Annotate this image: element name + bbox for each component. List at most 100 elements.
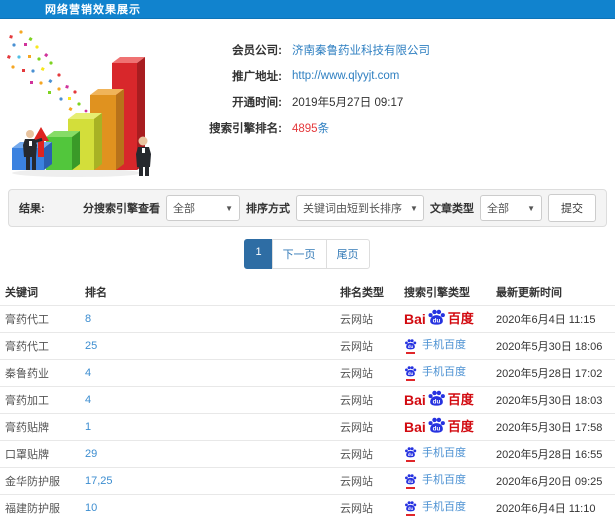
article-type-label: 文章类型: [430, 203, 474, 215]
info-section: 会员公司: 济南秦鲁药业科技有限公司 推广地址: http://www.qlyy…: [0, 19, 615, 183]
rank-link[interactable]: 17,25: [85, 475, 113, 487]
keyword-text: 膏药加工: [5, 394, 49, 407]
sort-select-value: 关键词由短到长排序: [303, 203, 402, 215]
rank-link[interactable]: 10: [85, 502, 97, 514]
sort-select[interactable]: 关键词由短到长排序 ▼: [296, 195, 424, 221]
updated-time-text: 2020年5月30日 18:03: [496, 394, 603, 407]
mobile-baidu-label: 手机百度: [422, 501, 466, 513]
header-keyword: 关键词: [5, 286, 38, 299]
rank-link[interactable]: 4: [85, 367, 91, 379]
table-row: 口罩贴牌 29 云网站 du 手机百度 2020年5月28日 16:55: [0, 439, 615, 467]
field-rank-count: 搜索引擎排名: 4895条: [172, 115, 430, 141]
svg-text:du: du: [408, 506, 414, 511]
bar-chart-illustration: [6, 30, 151, 177]
rank-type-text: 云网站: [340, 367, 373, 380]
article-type-select[interactable]: 全部 ▼: [480, 195, 542, 221]
results-table-body: 膏药代工 8 云网站 Bai du 百度 2020年6月4日 11:15 膏药代工 25 云…: [0, 304, 615, 520]
member-info: 会员公司: 济南秦鲁药业科技有限公司 推广地址: http://www.qlyy…: [172, 27, 430, 183]
rank-link[interactable]: 4: [85, 394, 91, 406]
article-type-select-value: 全部: [487, 203, 509, 215]
baidu-paw-icon: du: [428, 417, 445, 432]
chevron-down-icon: ▼: [527, 203, 535, 213]
table-row: 膏药代工 25 云网站 du 手机百度 2020年5月30日 18:06: [0, 331, 615, 359]
engine-type-cell: du 手机百度: [399, 358, 491, 386]
updated-time-text: 2020年5月30日 18:06: [496, 340, 603, 353]
result-label: 结果:: [19, 203, 45, 215]
url-label: 推广地址:: [232, 71, 282, 83]
keyword-text: 膏药贴牌: [5, 421, 49, 434]
svg-text:du: du: [408, 479, 414, 484]
svg-text:du: du: [408, 371, 414, 376]
svg-text:du: du: [408, 452, 414, 457]
svg-text:du: du: [408, 344, 414, 349]
header-updated: 最新更新时间: [496, 286, 562, 299]
filter-controls: 分搜索引擎查看 全部 ▼ 排序方式 关键词由短到长排序 ▼ 文章类型 全部 ▼ …: [83, 194, 596, 222]
rank-link[interactable]: 25: [85, 340, 97, 352]
engine-type-cell: Bai du 百度: [399, 412, 491, 440]
mobile-baidu-label: 手机百度: [422, 339, 466, 351]
mobile-baidu-logo: du 手机百度: [404, 365, 466, 381]
rank-type-text: 云网站: [340, 475, 373, 488]
baidu-paw-icon: du: [428, 309, 445, 324]
keyword-text: 口罩贴牌: [5, 448, 49, 461]
mobile-baidu-logo: du 手机百度: [404, 446, 466, 462]
baidu-paw-icon: du: [405, 446, 417, 457]
table-row: 秦鲁药业 4 云网站 du 手机百度 2020年5月28日 17:02: [0, 358, 615, 386]
keyword-text: 膏药代工: [5, 340, 49, 353]
updated-time-text: 2020年6月20日 09:25: [496, 475, 603, 488]
rank-type-text: 云网站: [340, 502, 373, 515]
next-page-button[interactable]: 下一页: [271, 239, 327, 269]
rank-link[interactable]: 29: [85, 448, 97, 460]
updated-time-text: 2020年5月28日 16:55: [496, 448, 603, 461]
rank-type-text: 云网站: [340, 313, 373, 326]
keyword-text: 金华防护服: [5, 475, 60, 488]
engine-select[interactable]: 全部 ▼: [166, 195, 240, 221]
company-link[interactable]: 济南秦鲁药业科技有限公司: [292, 42, 430, 58]
rank-type-text: 云网站: [340, 421, 373, 434]
mobile-baidu-label: 手机百度: [422, 366, 466, 378]
filter-panel: 结果: 分搜索引擎查看 全部 ▼ 排序方式 关键词由短到长排序 ▼ 文章类型 全…: [8, 189, 607, 227]
baidu-paw-icon: du: [428, 390, 445, 405]
rank-link[interactable]: 1: [85, 421, 91, 433]
svg-text:du: du: [432, 425, 440, 432]
mobile-baidu-logo: du 手机百度: [404, 500, 466, 516]
rank-count-value: 4895: [292, 123, 318, 135]
svg-text:du: du: [432, 317, 440, 324]
keyword-text: 膏药代工: [5, 313, 49, 326]
baidu-paw-icon: du: [405, 473, 417, 484]
rank-type-text: 云网站: [340, 394, 373, 407]
chevron-down-icon: ▼: [410, 203, 418, 213]
pagination: 1 下一页 尾页: [244, 239, 370, 269]
baidu-paw-icon: du: [405, 338, 417, 349]
engine-type-cell: du 手机百度: [399, 331, 491, 359]
mobile-baidu-label: 手机百度: [422, 447, 466, 459]
last-page-button[interactable]: 尾页: [325, 239, 370, 269]
engine-select-value: 全部: [173, 203, 195, 215]
engine-type-cell: du 手机百度: [399, 493, 491, 520]
updated-time-text: 2020年5月30日 17:58: [496, 421, 603, 434]
field-company: 会员公司: 济南秦鲁药业科技有限公司: [172, 37, 430, 63]
engine-type-cell: du 手机百度: [399, 439, 491, 467]
submit-button[interactable]: 提交: [548, 194, 596, 222]
header-rank: 排名: [85, 286, 107, 299]
rank-count-unit: 条: [317, 123, 330, 135]
rank-link[interactable]: 8: [85, 313, 91, 325]
table-header-row: 关键词 排名 排名类型 搜索引擎类型 最新更新时间: [0, 279, 615, 305]
promotion-url-link[interactable]: http://www.qlyyjt.com: [292, 70, 399, 82]
rank-type-text: 云网站: [340, 448, 373, 461]
baidu-red-underline: [406, 351, 415, 354]
baidu-red-underline: [406, 513, 415, 516]
updated-time-text: 2020年6月4日 11:10: [496, 502, 596, 515]
baidu-logo: Bai du 百度: [404, 389, 474, 411]
baidu-red-underline: [406, 486, 415, 489]
page-1-button[interactable]: 1: [244, 239, 273, 269]
ground-shadow: [12, 169, 142, 177]
mobile-baidu-logo: du 手机百度: [404, 473, 466, 489]
header-rank-type: 排名类型: [340, 286, 384, 299]
engine-type-cell: Bai du 百度: [399, 304, 491, 332]
engine-filter-label: 分搜索引擎查看: [83, 203, 160, 215]
keyword-text: 福建防护服: [5, 502, 60, 515]
field-url: 推广地址: http://www.qlyyjt.com: [172, 63, 430, 89]
table-row: 金华防护服 17,25 云网站 du 手机百度 2020年6月20日 09:25: [0, 466, 615, 494]
engine-type-cell: du 手机百度: [399, 466, 491, 494]
